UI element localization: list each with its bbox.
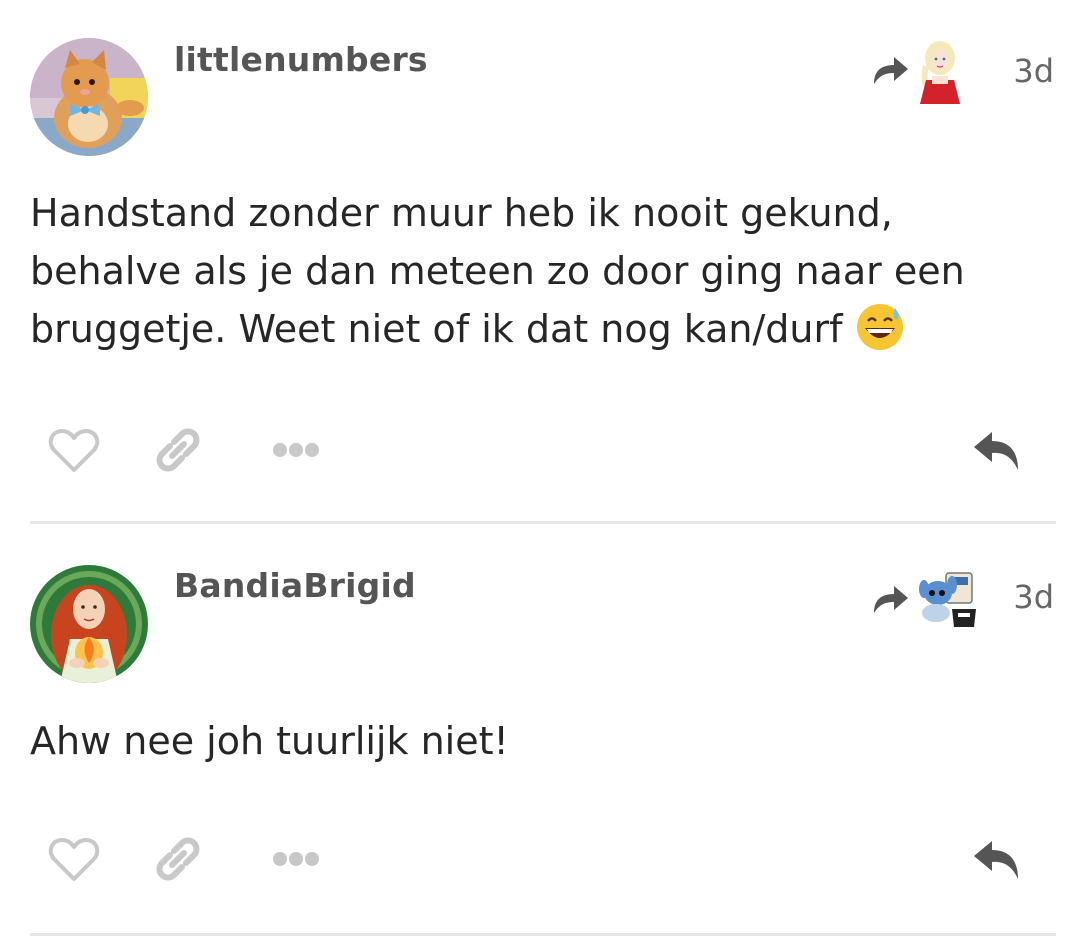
link-icon[interactable] — [152, 833, 204, 885]
timestamp: 3d — [1013, 52, 1054, 90]
comment-text: Ahw nee joh tuurlijk niet! — [30, 712, 1040, 770]
reblog-arrow-icon — [874, 586, 908, 613]
more-icon[interactable] — [272, 850, 320, 868]
user-avatar[interactable] — [30, 565, 148, 683]
comment: littlenumbers 3d Handstand zonder muur h… — [0, 0, 1080, 525]
heart-icon[interactable] — [48, 837, 100, 883]
username[interactable]: littlenumbers — [174, 40, 428, 79]
reply-icon[interactable] — [972, 839, 1022, 881]
reblog-arrow-icon — [874, 57, 908, 84]
red-haired-woman-avatar-icon — [30, 565, 148, 683]
comment-text-line: bruggetje. Weet niet of ik dat nog kan/d… — [30, 300, 1040, 358]
divider — [30, 933, 1056, 936]
stitch-avatar-icon[interactable] — [918, 565, 978, 631]
comment: BandiaBrigid 3d Ahw nee joh tuurlijk nie… — [0, 525, 1080, 938]
divider — [30, 521, 1056, 524]
princess-avatar-icon[interactable] — [916, 38, 964, 104]
comment-text-line: behalve als je dan meteen zo door ging n… — [30, 249, 965, 293]
comment-text-line: behalve als je dan meteen zo door ging n… — [30, 242, 1040, 300]
reply-icon[interactable] — [972, 430, 1022, 472]
timestamp: 3d — [1013, 578, 1054, 616]
comment-text-line: Ahw nee joh tuurlijk niet! — [30, 719, 509, 763]
more-icon[interactable] — [272, 441, 320, 459]
link-icon[interactable] — [152, 424, 204, 476]
heart-icon[interactable] — [48, 428, 100, 474]
username[interactable]: BandiaBrigid — [174, 566, 416, 605]
cat-avatar-icon — [30, 38, 148, 156]
comment-text: Handstand zonder muur heb ik nooit gekun… — [30, 184, 1040, 358]
grinning-sweat-emoji-icon — [856, 304, 903, 350]
comment-text-line: bruggetje. Weet niet of ik dat nog kan/d… — [30, 307, 843, 351]
user-avatar[interactable] — [30, 38, 148, 156]
comment-text-line: Handstand zonder muur heb ik nooit gekun… — [30, 191, 893, 235]
